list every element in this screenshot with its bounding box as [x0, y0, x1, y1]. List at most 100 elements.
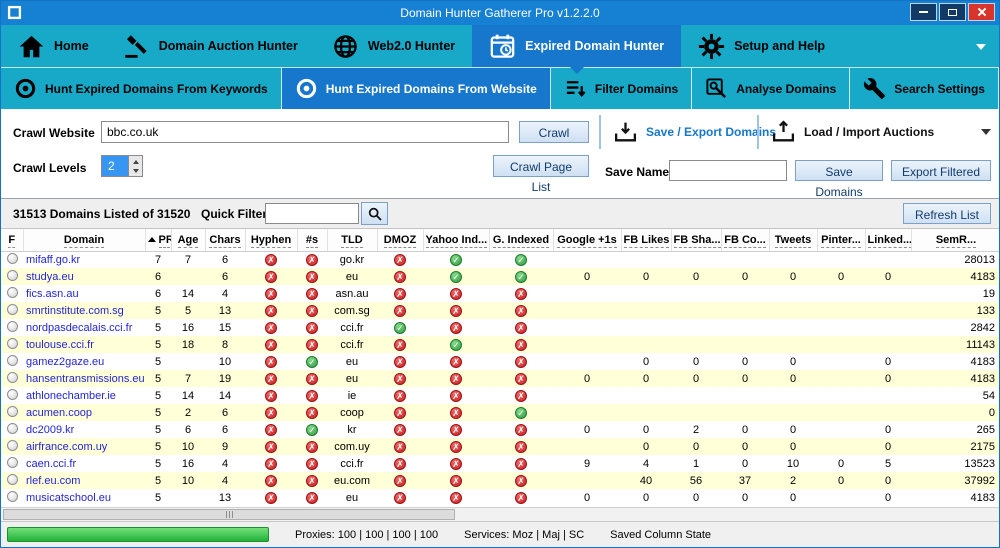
- column-header-linkedin[interactable]: Linked...: [865, 229, 911, 251]
- favorite-radio-icon[interactable]: [7, 389, 18, 400]
- domain-link[interactable]: airfrance.com.uy: [26, 441, 107, 453]
- tab-analyse-domains[interactable]: Analyse Domains: [692, 68, 850, 109]
- domain-link[interactable]: musicatschool.eu: [26, 492, 111, 504]
- export-filtered-button[interactable]: Export Filtered: [891, 160, 991, 181]
- favorite-radio-icon[interactable]: [7, 338, 18, 349]
- crawl-button[interactable]: Crawl: [519, 121, 589, 143]
- column-header-fav[interactable]: F: [1, 229, 23, 251]
- column-header-fb-shares[interactable]: FB Sha...: [671, 229, 721, 251]
- save-domains-button[interactable]: Save Domains: [795, 160, 883, 181]
- table-row[interactable]: nordpasdecalais.cci.fr51615✗✗cci.fr✓✗✗28…: [1, 319, 999, 336]
- nav-overflow-button[interactable]: [963, 25, 999, 67]
- favorite-radio-icon[interactable]: [7, 270, 18, 281]
- column-header-pinterest[interactable]: Pinter...: [817, 229, 865, 251]
- nav-item-home[interactable]: Home: [1, 25, 106, 67]
- favorite-radio-icon[interactable]: [7, 287, 18, 298]
- minimize-button[interactable]: [910, 3, 937, 21]
- table-row[interactable]: musicatschool.eu513✗✗eu✗✗✗0000004183: [1, 489, 999, 506]
- crawl-levels-stepper[interactable]: 2: [101, 155, 143, 177]
- table-row[interactable]: toulouse.cci.fr5188✗✗cci.fr✗✓✗11143: [1, 336, 999, 353]
- favorite-radio-icon[interactable]: [7, 423, 18, 434]
- favorite-radio-icon[interactable]: [7, 440, 18, 451]
- domain-link[interactable]: dc2009.kr: [26, 424, 74, 436]
- tab-filter-domains[interactable]: Filter Domains: [551, 68, 692, 109]
- domain-link[interactable]: toulouse.cci.fr: [26, 339, 94, 351]
- column-header-tld[interactable]: TLD: [327, 229, 377, 251]
- tab-hunt-from-website[interactable]: Hunt Expired Domains From Website: [282, 68, 551, 109]
- domain-link[interactable]: hansentransmissions.eu: [26, 373, 145, 385]
- spinner-up-icon[interactable]: [129, 156, 142, 166]
- column-header-chars[interactable]: Chars: [205, 229, 245, 251]
- domain-link[interactable]: studya.eu: [26, 271, 74, 283]
- nav-item-expired-domain-hunter[interactable]: Expired Domain Hunter: [472, 25, 681, 67]
- favorite-radio-icon[interactable]: [7, 321, 18, 332]
- column-header-hyphen[interactable]: Hyphen: [245, 229, 297, 251]
- favorite-radio-icon[interactable]: [7, 304, 18, 315]
- table-row[interactable]: mifaff.go.kr776✗✗go.kr✗✓✓28013: [1, 251, 999, 268]
- quick-filter-search-button[interactable]: [361, 202, 388, 225]
- tab-load-import-auctions[interactable]: Load / Import Auctions: [757, 115, 944, 149]
- column-header-g-indexed[interactable]: G. Indexed: [489, 229, 553, 251]
- domain-link[interactable]: rlef.eu.com: [26, 475, 80, 487]
- tab-search-settings[interactable]: Search Settings: [850, 68, 999, 109]
- table-row[interactable]: smrtinstitute.com.sg5513✗✗com.sg✗✗✗133: [1, 302, 999, 319]
- domain-link[interactable]: smrtinstitute.com.sg: [26, 305, 124, 317]
- domain-link[interactable]: fics.asn.au: [26, 288, 79, 300]
- nav-item-web20-hunter[interactable]: Web2.0 Hunter: [315, 25, 472, 67]
- column-header-fb-likes[interactable]: FB Likes: [621, 229, 671, 251]
- favorite-radio-icon[interactable]: [7, 406, 18, 417]
- table-row[interactable]: athlonechamber.ie51414✗✗ie✗✗✗54: [1, 387, 999, 404]
- domain-link[interactable]: mifaff.go.kr: [26, 254, 80, 266]
- column-header-pr[interactable]: PR: [145, 229, 171, 251]
- favorite-radio-icon[interactable]: [7, 491, 18, 502]
- table-row[interactable]: dc2009.kr566✗✓kr✗✗✗002000265: [1, 421, 999, 438]
- column-header-semrush[interactable]: SemR...: [911, 229, 999, 251]
- table-row[interactable]: hansentransmissions.eu5719✗✗eu✗✗✗0000004…: [1, 370, 999, 387]
- column-header-domain[interactable]: Domain: [23, 229, 145, 251]
- cell-fav: [1, 472, 23, 489]
- favorite-radio-icon[interactable]: [7, 372, 18, 383]
- favorite-radio-icon[interactable]: [7, 474, 18, 485]
- table-row[interactable]: caen.cci.fr5164✗✗cci.fr✗✗✗9410100513523: [1, 455, 999, 472]
- nav-item-domain-auction-hunter[interactable]: Domain Auction Hunter: [106, 25, 315, 67]
- favorite-radio-icon[interactable]: [7, 457, 18, 468]
- scrollbar-thumb[interactable]: [3, 509, 455, 520]
- column-header-age[interactable]: Age: [171, 229, 205, 251]
- favorite-radio-icon[interactable]: [7, 355, 18, 366]
- domain-link[interactable]: nordpasdecalais.cci.fr: [26, 322, 132, 334]
- export-overflow-button[interactable]: [981, 123, 991, 143]
- crawl-page-list-button[interactable]: Crawl Page List: [493, 155, 589, 177]
- maximize-button[interactable]: [939, 3, 966, 21]
- quick-filter-input[interactable]: [265, 203, 359, 224]
- domain-link[interactable]: gamez2gaze.eu: [26, 356, 104, 368]
- column-header-fb-comments[interactable]: FB Co...: [721, 229, 769, 251]
- table-row[interactable]: gamez2gaze.eu510✗✓eu✗✗✗000004183: [1, 353, 999, 370]
- table-row[interactable]: studya.eu66✗✗eu✗✓✓00000004183: [1, 268, 999, 285]
- spinner-down-icon[interactable]: [129, 166, 142, 176]
- save-name-input[interactable]: [669, 160, 787, 181]
- domain-link[interactable]: athlonechamber.ie: [26, 390, 116, 402]
- cross-icon: ✗: [394, 305, 406, 317]
- horizontal-scrollbar[interactable]: [1, 507, 999, 521]
- table-row[interactable]: acumen.coop526✗✗coop✗✗✓0: [1, 404, 999, 421]
- close-button[interactable]: [968, 3, 995, 21]
- crawl-website-input[interactable]: [101, 121, 509, 143]
- column-header-tweets[interactable]: Tweets: [769, 229, 817, 251]
- favorite-radio-icon[interactable]: [7, 253, 18, 264]
- domain-link[interactable]: acumen.coop: [26, 407, 92, 419]
- column-header-yahoo-indexed[interactable]: Yahoo Ind...: [423, 229, 489, 251]
- refresh-list-button[interactable]: Refresh List: [903, 203, 991, 224]
- cross-icon: ✗: [306, 339, 318, 351]
- tab-hunt-from-keywords[interactable]: Hunt Expired Domains From Keywords: [1, 68, 282, 109]
- domain-link[interactable]: caen.cci.fr: [26, 458, 76, 470]
- cell-hyphen: ✗: [245, 336, 297, 353]
- cell-domain: gamez2gaze.eu: [23, 353, 145, 370]
- column-header-numbers[interactable]: #s: [297, 229, 327, 251]
- column-header-dmoz[interactable]: DMOZ: [377, 229, 423, 251]
- table-row[interactable]: rlef.eu.com5104✗✗eu.com✗✗✗40563720037992: [1, 472, 999, 489]
- table-row[interactable]: fics.asn.au6144✗✗asn.au✗✗✗19: [1, 285, 999, 302]
- cell-hyphen: ✗: [245, 319, 297, 336]
- table-row[interactable]: airfrance.com.uy5109✗✗com.uy✗✗✗000002175: [1, 438, 999, 455]
- column-header-google-plus-1s[interactable]: Google +1s: [553, 229, 621, 251]
- nav-item-setup-and-help[interactable]: Setup and Help: [681, 25, 842, 67]
